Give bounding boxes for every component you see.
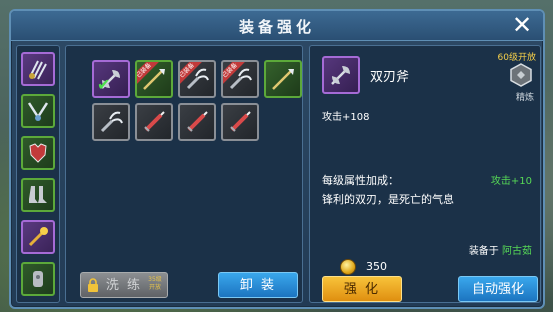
charm-icon xyxy=(33,271,43,287)
attack-stat: 攻击+108 xyxy=(322,112,370,123)
equipped-prefix: 装备于 xyxy=(468,246,499,257)
slot-armor[interactable] xyxy=(21,136,55,170)
unequip-button[interactable]: 卸 装 xyxy=(218,272,298,298)
slot-necklace[interactable] xyxy=(21,94,55,128)
sword-icon xyxy=(230,111,251,132)
close-button[interactable]: ✕ xyxy=(511,13,533,37)
enhance-cost: 350 xyxy=(366,260,387,273)
inventory-item-claw[interactable]: 已装备 xyxy=(178,60,216,98)
twin-axe-icon xyxy=(331,66,350,85)
inventory-item-claw[interactable]: 已装备 xyxy=(221,60,259,98)
item-name: 双刃斧 xyxy=(370,70,410,85)
item-detail-panel: 双刃斧 60级开放 精炼 攻击+108 每级属性加成： 攻击+10 锋利的双刃，… xyxy=(309,45,541,303)
triple-claw-icon xyxy=(29,60,47,80)
claw-icon xyxy=(100,111,123,133)
title-bar: 装备强化 ✕ xyxy=(11,11,543,41)
sword-icon xyxy=(187,111,208,132)
equipped-hero-name: 阿古茹 xyxy=(502,246,532,257)
inventory-item-spear[interactable]: 已装备 xyxy=(135,60,173,98)
inventory-item-sword[interactable] xyxy=(178,103,216,141)
item-description: 锋利的双刃，是死亡的气息 xyxy=(322,193,454,206)
selected-item-icon xyxy=(322,56,360,94)
inventory-panel: ✔ 已装备 已装备 已装备 洗 练 35级开放 卸 装 xyxy=(65,45,303,303)
slot-boots[interactable] xyxy=(21,178,55,212)
boots-icon xyxy=(29,186,47,203)
spear-icon xyxy=(272,69,294,90)
gold-coin-icon xyxy=(340,259,356,275)
inventory-item-sword[interactable] xyxy=(221,103,259,141)
inventory-item-claw[interactable] xyxy=(92,103,130,141)
sword-icon xyxy=(144,111,165,132)
equipment-enhance-window: 装备强化 ✕ ✔ 已装备 已装备 已装备 洗 练 35级开放 卸 装 双刃斧 6… xyxy=(9,9,545,309)
refine-button[interactable] xyxy=(508,62,534,92)
equipped-check-icon: ✔ xyxy=(97,75,111,94)
lock-icon xyxy=(88,278,98,292)
per-level-bonus-value: 攻击+10 xyxy=(490,176,532,187)
enhance-button[interactable]: 强 化 xyxy=(322,276,402,302)
wash-unlock-note: 35级开放 xyxy=(148,276,162,291)
per-level-bonus-label: 每级属性加成： xyxy=(322,174,399,187)
equipped-on-label: 装备于 阿古茹 xyxy=(469,242,532,257)
auto-enhance-button[interactable]: 自动强化 xyxy=(458,276,538,302)
wash-button[interactable]: 洗 练 35级开放 xyxy=(80,272,168,298)
necklace-icon xyxy=(27,102,49,121)
slot-scepter[interactable] xyxy=(21,220,55,254)
window-title: 装备强化 xyxy=(238,18,315,36)
refine-label: 精炼 xyxy=(515,93,534,103)
armor-icon xyxy=(29,143,47,163)
inventory-item-sword[interactable] xyxy=(135,103,173,141)
equipment-slots xyxy=(16,45,60,303)
inventory-item-twin-axe[interactable]: ✔ xyxy=(92,60,130,98)
wash-button-label: 洗 练 xyxy=(105,278,143,293)
slot-weapon[interactable] xyxy=(21,52,55,86)
refine-hexagon-icon xyxy=(510,63,532,87)
inventory-item-spear[interactable] xyxy=(264,60,302,98)
scepter-icon xyxy=(28,227,48,247)
slot-charm[interactable] xyxy=(21,262,55,296)
